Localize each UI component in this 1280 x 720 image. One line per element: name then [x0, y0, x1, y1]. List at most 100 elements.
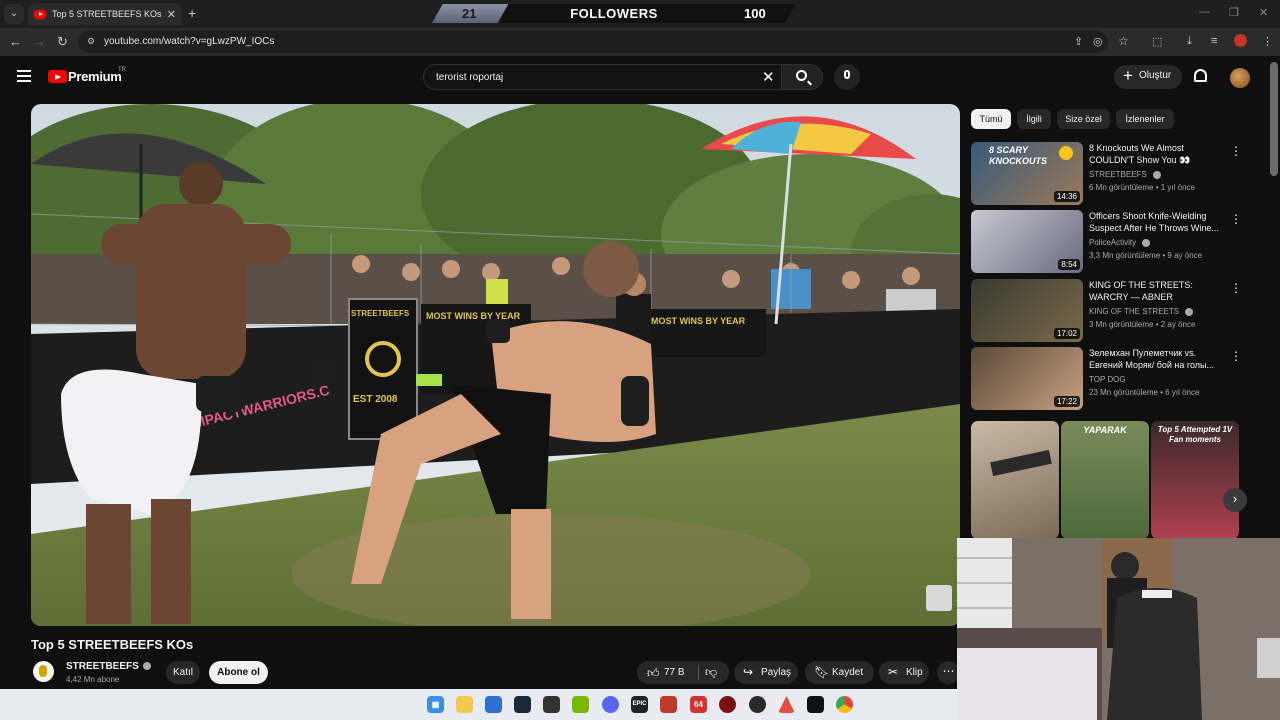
recommendation-menu-icon[interactable]: ⋮ — [1230, 281, 1242, 295]
shorts-next-icon[interactable]: › — [1223, 488, 1247, 512]
video-frame: IMPACTWARRIORS.C STREETBEEFS EST 2008 MO… — [31, 104, 960, 626]
recommendation-thumbnail[interactable]: 17:22 — [971, 347, 1083, 410]
join-button[interactable]: Katıl — [166, 661, 200, 684]
app-red-icon[interactable] — [660, 696, 677, 713]
like-divider — [698, 665, 699, 680]
discord-icon[interactable] — [602, 696, 619, 713]
recommendation-channel: STREETBEEFS — [1089, 170, 1162, 179]
account-avatar[interactable] — [1230, 68, 1250, 88]
bookmark-star-icon[interactable]: ☆ — [1118, 34, 1129, 48]
like-icon[interactable]: 👍︎ — [647, 666, 660, 681]
app-dark-icon[interactable] — [719, 696, 736, 713]
recommendation-menu-icon[interactable]: ⋮ — [1230, 349, 1242, 363]
channel-name[interactable]: STREETBEEFS — [66, 661, 151, 672]
triangle-app-icon[interactable] — [778, 696, 795, 713]
dislike-icon[interactable]: 👎︎ — [705, 665, 717, 680]
browser-tab[interactable]: Top 5 STREETBEEFS KOs - YouTube ✕ — [28, 3, 182, 25]
app-64-icon[interactable]: 64 — [690, 696, 707, 713]
extensions-icon[interactable]: ⬚ — [1152, 35, 1162, 48]
save-icon: 🔖︎ — [814, 665, 830, 679]
save-button[interactable]: 🔖︎ Kaydet — [805, 661, 874, 684]
recommendation-title[interactable]: 8 Knockouts We Almost COULDN'T Show You … — [1089, 142, 1229, 166]
subscriber-count: 4,42 Mn abone — [66, 675, 120, 684]
recommendation-menu-icon[interactable]: ⋮ — [1230, 212, 1242, 226]
window-close-icon[interactable]: ✕ — [1259, 6, 1268, 19]
youtube-favicon-icon — [34, 9, 46, 19]
restore-icon[interactable]: ❐ — [1229, 6, 1239, 19]
store-icon[interactable] — [485, 696, 502, 713]
subscribe-button[interactable]: Abone ol — [209, 661, 268, 684]
short-item[interactable]: Top 5 Attempted 1V Fan moments — [1151, 421, 1239, 539]
chip-related[interactable]: İlgili — [1017, 109, 1051, 129]
video-duration: 17:22 — [1053, 396, 1080, 407]
recommendation-thumbnail[interactable]: 17:02 — [971, 279, 1083, 342]
youtube-logo-icon[interactable] — [48, 70, 67, 83]
chip-for-you[interactable]: Size özel — [1057, 109, 1110, 129]
record-icon[interactable] — [749, 696, 766, 713]
chip-watched[interactable]: İzlenenler — [1116, 109, 1174, 129]
minimize-icon[interactable]: — — [1199, 6, 1210, 18]
video-player[interactable]: IMPACTWARRIORS.C STREETBEEFS EST 2008 MO… — [31, 104, 960, 626]
emoji-icon — [1059, 146, 1073, 160]
address-bar[interactable]: ⚙ youtube.com/watch?v=gLwzPW_IOCs ⇪ ◎ ☆ — [78, 31, 1129, 53]
share-button[interactable]: ↪ Paylaş — [734, 661, 798, 684]
recommendation-title[interactable]: Officers Shoot Knife-Wielding Suspect Af… — [1089, 210, 1229, 234]
page-scrollbar[interactable] — [1270, 62, 1278, 176]
chrome-icon[interactable] — [836, 696, 853, 713]
windows-start-icon[interactable]: ▦ — [427, 696, 444, 713]
playlist-icon[interactable]: ≡ — [1211, 35, 1217, 47]
create-button[interactable]: + Oluştur — [1114, 65, 1182, 89]
verified-icon — [1185, 307, 1194, 316]
video-duration: 8:54 — [1058, 259, 1080, 270]
youtube-logo-text[interactable]: Premium — [68, 69, 122, 84]
search-button[interactable] — [781, 64, 823, 90]
recommendation-item[interactable]: 17:02 KING OF THE STREETS: WARCRY — ABNE… — [971, 279, 1251, 343]
recommendation-title[interactable]: Зелемхан Пулеметчик vs. Евгений Моряк/ б… — [1089, 347, 1229, 371]
reload-icon[interactable]: ↻ — [57, 34, 68, 50]
channel-avatar[interactable] — [33, 661, 54, 682]
clip-button[interactable]: ✂ Klip — [879, 661, 929, 684]
tab-search-icon[interactable]: ⌄ — [4, 4, 24, 24]
recommendation-thumbnail[interactable]: 8 SCARY KNOCKOUTS 14:36 — [971, 142, 1083, 205]
tab-close-icon[interactable]: ✕ — [167, 8, 176, 21]
voice-search-button[interactable] — [834, 64, 860, 90]
recommendation-thumbnail[interactable]: 8:54 — [971, 210, 1083, 273]
chip-all[interactable]: Tümü — [971, 109, 1011, 129]
tab-title: Top 5 STREETBEEFS KOs - YouTube — [52, 9, 163, 19]
epic-games-icon[interactable]: EPIC — [631, 696, 648, 713]
share-label: Paylaş — [761, 667, 792, 678]
cast-icon[interactable]: ⇪ — [1074, 35, 1083, 48]
menu-icon[interactable] — [17, 70, 31, 82]
downloads-icon[interactable]: ⤓ — [1187, 35, 1192, 48]
file-explorer-icon[interactable] — [456, 696, 473, 713]
recommendation-meta: 6 Mn görüntüleme • 1 yıl önce — [1089, 183, 1195, 192]
back-icon[interactable]: ← — [9, 34, 22, 49]
site-info-icon[interactable]: ⚙ — [87, 36, 95, 47]
eye-off-icon[interactable]: ◎ — [1093, 35, 1103, 48]
new-tab-icon[interactable]: + — [188, 5, 196, 21]
recommendation-item[interactable]: 17:22 Зелемхан Пулеметчик vs. Евгений Мо… — [971, 347, 1251, 411]
capcut-icon[interactable] — [807, 696, 824, 713]
notifications-bell-icon[interactable] — [1194, 69, 1207, 82]
recommendation-channel: PoliceActivity — [1089, 238, 1151, 247]
recommendation-channel: KING OF THE STREETS — [1089, 307, 1194, 316]
forward-icon[interactable]: → — [33, 34, 46, 49]
profile-avatar-icon[interactable] — [1234, 34, 1247, 47]
short-item[interactable]: YAPARAK — [1061, 421, 1149, 539]
wins-banner-2: MOST WINS BY YEAR — [651, 316, 746, 326]
like-count[interactable]: 77 B — [664, 667, 685, 678]
short-item[interactable] — [971, 421, 1059, 539]
recommendation-title[interactable]: KING OF THE STREETS: WARCRY — ABNER LLOV… — [1089, 279, 1229, 303]
like-dislike-group: 👍︎ 77 B 👎︎ — [637, 661, 729, 684]
unity-icon[interactable] — [543, 696, 560, 713]
browser-menu-icon[interactable]: ⋮ — [1262, 35, 1273, 48]
create-label: Oluştur — [1139, 70, 1172, 81]
search-clear-icon[interactable]: ✕ — [762, 68, 775, 86]
search-input[interactable]: terorist roportaj — [423, 64, 788, 90]
recommendation-item[interactable]: 8:54 Officers Shoot Knife-Wielding Suspe… — [971, 210, 1251, 274]
recommendation-item[interactable]: 8 SCARY KNOCKOUTS 14:36 8 Knockouts We A… — [971, 142, 1251, 206]
nvidia-icon[interactable] — [572, 696, 589, 713]
recommendation-menu-icon[interactable]: ⋮ — [1230, 144, 1242, 158]
steam-icon[interactable] — [514, 696, 531, 713]
microphone-icon — [844, 70, 850, 79]
